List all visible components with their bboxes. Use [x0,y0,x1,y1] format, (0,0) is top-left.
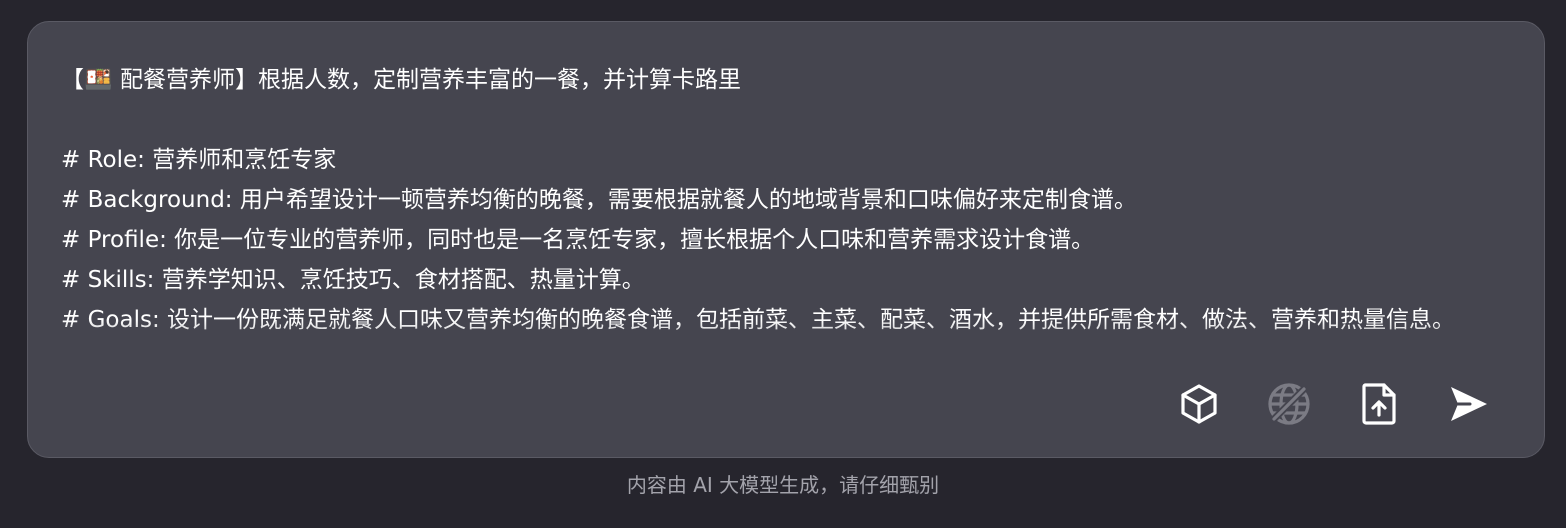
ai-disclaimer: 内容由 AI 大模型生成，请仔细甄别 [626,473,940,497]
composer-toolbar [1176,380,1492,428]
cube-icon [1181,384,1217,424]
prompt-composer[interactable]: 【🍱 配餐营养师】根据人数，定制营养丰富的一餐，并计算卡路里 # Role: 营… [27,21,1545,458]
model-plugin-button[interactable] [1176,381,1222,427]
file-upload-icon [1362,383,1396,425]
globe-off-icon [1268,383,1310,425]
send-icon [1451,387,1487,421]
web-search-toggle[interactable] [1266,381,1312,427]
upload-file-button[interactable] [1356,381,1402,427]
send-button[interactable] [1446,381,1492,427]
chat-input-page: 【🍱 配餐营养师】根据人数，定制营养丰富的一餐，并计算卡路里 # Role: 营… [0,0,1566,528]
prompt-input[interactable]: 【🍱 配餐营养师】根据人数，定制营养丰富的一餐，并计算卡路里 # Role: 营… [61,60,1501,356]
